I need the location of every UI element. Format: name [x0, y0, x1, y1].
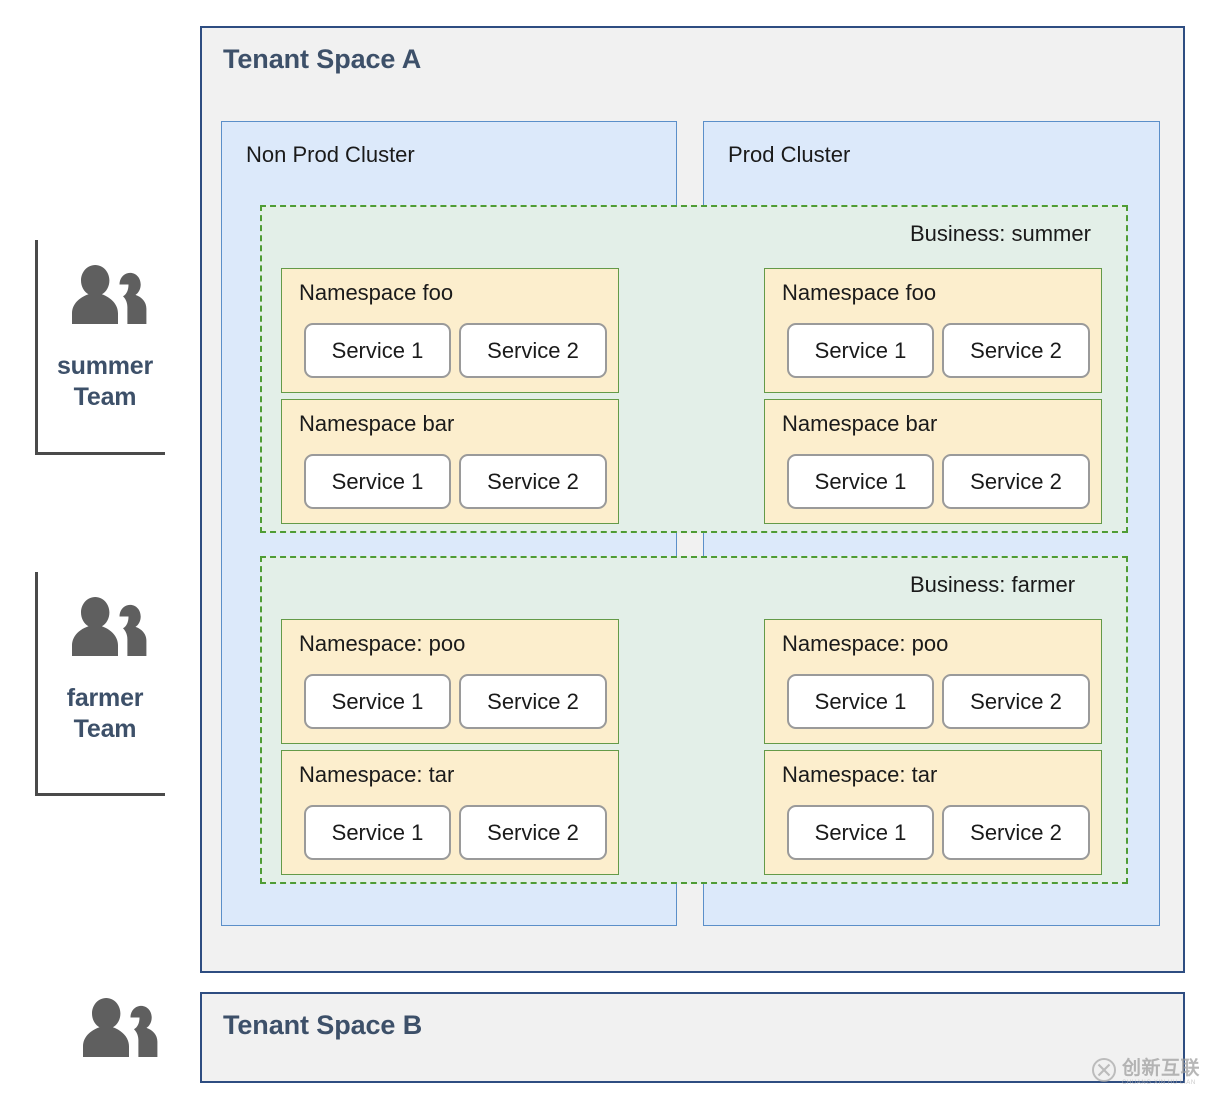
business-farmer-title: Business: farmer: [910, 572, 1076, 597]
namespace-title: Namespace: poo: [782, 631, 949, 656]
team-label: summer Team: [57, 351, 153, 412]
team-group-summer[interactable]: summer Team: [35, 240, 165, 455]
service-box[interactable]: Service 2: [459, 805, 607, 860]
service-box[interactable]: Service 1: [787, 674, 934, 729]
service-box[interactable]: Service 2: [942, 674, 1090, 729]
service-box[interactable]: Service 2: [459, 674, 607, 729]
namespace-title: Namespace: poo: [299, 631, 466, 656]
people-icon: [63, 594, 147, 677]
namespace-title: Namespace foo: [782, 280, 937, 305]
watermark-text: 创新互联: [1121, 1058, 1200, 1079]
team-label: farmer Team: [67, 683, 144, 744]
namespace-title: Namespace bar: [299, 411, 455, 436]
tenant-space-a-title: Tenant Space A: [223, 44, 422, 74]
namespace-title: Namespace foo: [299, 280, 454, 305]
namespace-title: Namespace bar: [782, 411, 938, 436]
team-name: farmer: [66, 684, 144, 712]
namespace-title: Namespace: tar: [782, 762, 938, 787]
service-box[interactable]: Service 1: [304, 454, 451, 509]
service-box[interactable]: Service 1: [304, 805, 451, 860]
service-box[interactable]: Service 2: [459, 454, 607, 509]
service-box[interactable]: Service 1: [787, 454, 934, 509]
tenant-space-b-title: Tenant Space B: [223, 1010, 423, 1040]
people-icon: [63, 262, 147, 345]
team-suffix: Team: [73, 382, 137, 411]
service-box[interactable]: Service 1: [787, 323, 934, 378]
service-box[interactable]: Service 2: [942, 323, 1090, 378]
service-box[interactable]: Service 1: [787, 805, 934, 860]
team-group-farmer[interactable]: farmer Team: [35, 572, 165, 796]
watermark: 创新互联 CHUANG XIN HU LIAN: [1091, 1057, 1200, 1088]
circle-x-logo-icon: [1091, 1057, 1117, 1088]
cluster-non-prod-title: Non Prod Cluster: [246, 142, 415, 167]
service-box[interactable]: Service 2: [942, 454, 1090, 509]
team-name: summer: [56, 352, 154, 380]
service-box[interactable]: Service 2: [942, 805, 1090, 860]
people-icon: [74, 995, 158, 1078]
namespace-title: Namespace: tar: [299, 762, 455, 787]
service-box[interactable]: Service 1: [304, 323, 451, 378]
team-suffix: Team: [73, 714, 137, 743]
business-summer-title: Business: summer: [910, 221, 1091, 246]
diagram-canvas: Tenant Space A Non Prod Cluster Prod Clu…: [0, 0, 1208, 1100]
service-box[interactable]: Service 2: [459, 323, 607, 378]
watermark-subtext: CHUANG XIN HU LIAN: [1121, 1080, 1196, 1086]
service-box[interactable]: Service 1: [304, 674, 451, 729]
cluster-prod-title: Prod Cluster: [728, 142, 851, 167]
